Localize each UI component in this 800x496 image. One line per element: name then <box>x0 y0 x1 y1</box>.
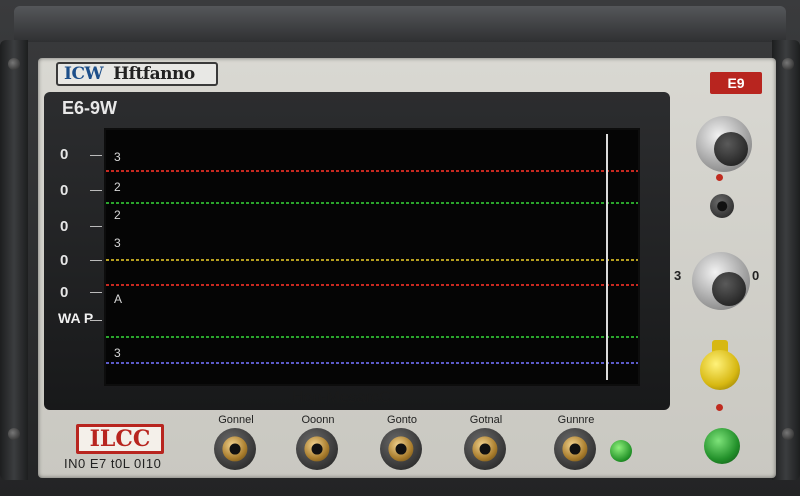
knob-label: 3 <box>674 268 682 283</box>
model-label: E6-9W <box>62 98 118 118</box>
axis-tick <box>90 226 102 227</box>
axis-tick <box>90 190 102 191</box>
axis-label: 0 <box>60 284 69 301</box>
channel-label: 3 <box>114 346 121 360</box>
jack-label: Ooonn <box>301 414 335 426</box>
mode-label: WA P <box>58 310 94 326</box>
banana-jack-icon[interactable] <box>296 428 338 470</box>
banana-jack-icon[interactable] <box>464 428 506 470</box>
knob-label: 0 <box>752 268 760 283</box>
left-handle <box>0 40 28 480</box>
axis-tick <box>90 155 102 156</box>
channel-label: 3 <box>114 150 121 164</box>
screw-icon <box>8 58 20 70</box>
screw-icon <box>8 428 20 440</box>
right-handle <box>772 40 800 480</box>
display-screen <box>104 128 640 386</box>
ground-terminal-icon[interactable] <box>610 440 632 462</box>
serial-code: IN0 E7 t0L 0I10 <box>64 456 162 471</box>
trace-line <box>106 336 638 338</box>
trace-line <box>106 259 638 261</box>
bnc-green-icon[interactable] <box>704 428 740 464</box>
screen-cursor <box>606 134 608 380</box>
channel-label: 3 <box>114 236 121 250</box>
banana-jack-icon[interactable] <box>554 428 596 470</box>
case-top <box>14 6 786 42</box>
brand-logo-left: ICW <box>64 64 104 84</box>
jack-label: Gonnel <box>218 414 254 426</box>
screw-icon <box>782 428 794 440</box>
banana-jack-icon[interactable] <box>710 194 734 218</box>
axis-tick <box>90 260 102 261</box>
trace-line <box>106 284 638 286</box>
led-indicator <box>716 404 723 411</box>
brand-plate: ICW Hftfanno <box>56 62 218 86</box>
instrument-caption: Hon-MesarcC <box>292 389 391 406</box>
axis-label: 0 <box>60 146 69 163</box>
led-indicator <box>716 174 723 181</box>
banana-jack-icon[interactable] <box>214 428 256 470</box>
axis-label: 0 <box>60 252 69 269</box>
bnc-yellow-icon[interactable] <box>700 350 740 390</box>
trace-line <box>106 170 638 172</box>
red-badge: E9 <box>710 72 762 94</box>
axis-tick <box>90 292 102 293</box>
knob-icon[interactable] <box>692 252 750 310</box>
brand-logo-right: Hftfanno <box>113 64 195 84</box>
channel-label: A <box>114 292 123 306</box>
banana-jack-icon[interactable] <box>380 428 422 470</box>
trace-line <box>106 202 638 204</box>
manufacturer-logo: ILCC <box>76 424 164 454</box>
axis-label: 0 <box>60 218 69 235</box>
channel-label: 2 <box>114 180 121 194</box>
jack-label: Gunnre <box>557 414 595 426</box>
trace-line <box>106 362 638 364</box>
jack-label: Gonto <box>387 414 417 426</box>
channel-label: 2 <box>114 208 121 222</box>
knob-icon[interactable] <box>696 116 752 172</box>
screw-icon <box>782 58 794 70</box>
jack-label: Gotnal <box>469 414 503 426</box>
axis-label: 0 <box>60 182 69 199</box>
